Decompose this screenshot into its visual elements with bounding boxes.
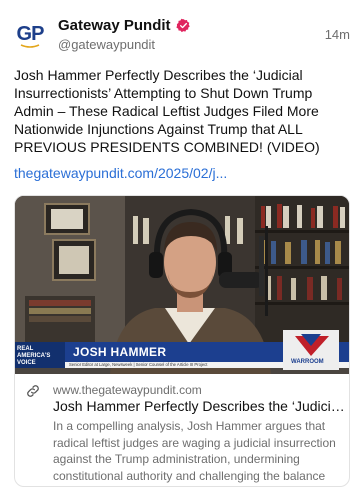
card-description: In a compelling analysis, Josh Hammer ar… [53,419,336,483]
card-meta[interactable]: www.thegatewaypundit.com Josh Hammer Per… [15,374,349,486]
display-name[interactable]: Gateway Pundit [58,17,171,34]
post-text: Josh Hammer Perfectly Describes the ‘Jud… [14,67,320,155]
network-logo-text: REAL AMERICA'S VOICE [17,346,51,366]
card-title[interactable]: Josh Hammer Perfectly Describes the ‘Jud… [53,398,345,414]
name-row: Gateway Pundit [58,17,191,34]
show-logo-text: WARROOM [291,359,324,365]
card-domain: www.thegatewaypundit.com [53,383,202,397]
link-icon [27,385,39,397]
timestamp[interactable]: 14m [325,27,350,42]
avatar[interactable]: GP [14,18,46,50]
handle[interactable]: @gatewaypundit [58,37,155,52]
preview-thumbnail[interactable]: REAL AMERICA'S VOICE JOSH HAMMER Senior … [15,196,349,374]
post-link[interactable]: thegatewaypundit.com/2025/02/j... [14,165,227,181]
link-preview-card[interactable]: REAL AMERICA'S VOICE JOSH HAMMER Senior … [14,195,350,487]
post-header: GP Gateway Pundit @gatewaypundit 14m [14,14,350,54]
post[interactable]: GP Gateway Pundit @gatewaypundit 14m Jos… [0,0,363,500]
avatar-swoosh-icon [20,44,40,48]
lower-third: REAL AMERICA'S VOICE JOSH HAMMER Senior … [15,342,349,368]
verified-badge-icon [175,18,190,33]
avatar-logo-text: GP [16,22,45,45]
lower-third-name: JOSH HAMMER [73,345,167,359]
lower-third-subtitle: Senior Editor at Large, Newsweek | Senio… [69,362,208,367]
